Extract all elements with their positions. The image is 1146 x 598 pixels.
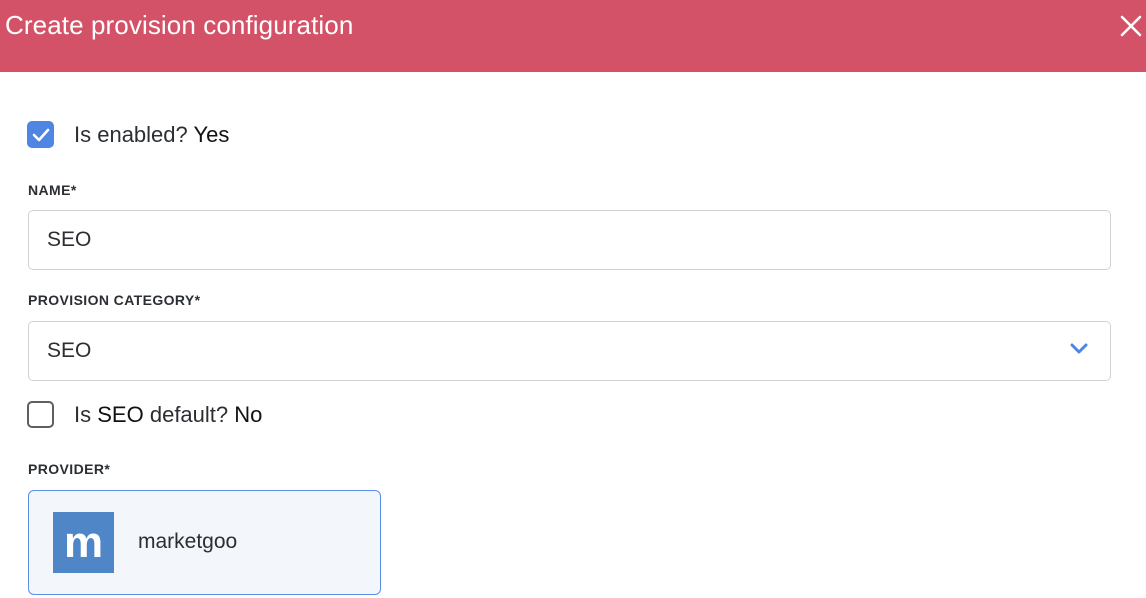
chevron-down-icon xyxy=(1070,343,1088,354)
enabled-checkbox-row[interactable]: Is enabled? Yes xyxy=(27,121,229,148)
dialog-title: Create provision configuration xyxy=(5,10,354,40)
name-field-label: NAME* xyxy=(28,182,77,198)
close-icon xyxy=(1120,15,1142,37)
provision-category-value: SEO xyxy=(47,339,92,362)
close-button[interactable] xyxy=(1116,8,1146,42)
provision-category-select[interactable]: SEO xyxy=(28,321,1111,381)
default-label: Is SEO default? No xyxy=(74,402,262,428)
default-label-category: SEO xyxy=(97,401,144,427)
enabled-label-value: Yes xyxy=(193,121,230,147)
marketgoo-logo-icon: m xyxy=(53,512,114,573)
default-checkbox-row[interactable]: Is SEO default? No xyxy=(27,401,262,428)
default-label-value: No xyxy=(234,401,263,427)
provider-name: marketgoo xyxy=(138,530,238,553)
enabled-label: Is enabled? Yes xyxy=(74,122,229,148)
default-checkbox[interactable] xyxy=(27,401,54,428)
name-field-value: SEO xyxy=(47,228,92,251)
default-label-prefix: Is xyxy=(74,401,92,427)
provision-category-label: PROVISION CATEGORY* xyxy=(28,292,201,308)
provider-card-marketgoo[interactable]: m marketgoo xyxy=(28,490,381,595)
provider-logo-letter: m xyxy=(63,517,104,567)
enabled-label-prefix: Is enabled? xyxy=(74,121,188,147)
enabled-checkbox[interactable] xyxy=(27,121,54,148)
checkmark-icon xyxy=(32,128,49,141)
dialog-header: Create provision configuration xyxy=(0,0,1146,72)
provider-label: PROVIDER* xyxy=(28,461,111,477)
name-field[interactable]: SEO xyxy=(28,210,1111,270)
default-label-middle: default? xyxy=(149,401,229,427)
